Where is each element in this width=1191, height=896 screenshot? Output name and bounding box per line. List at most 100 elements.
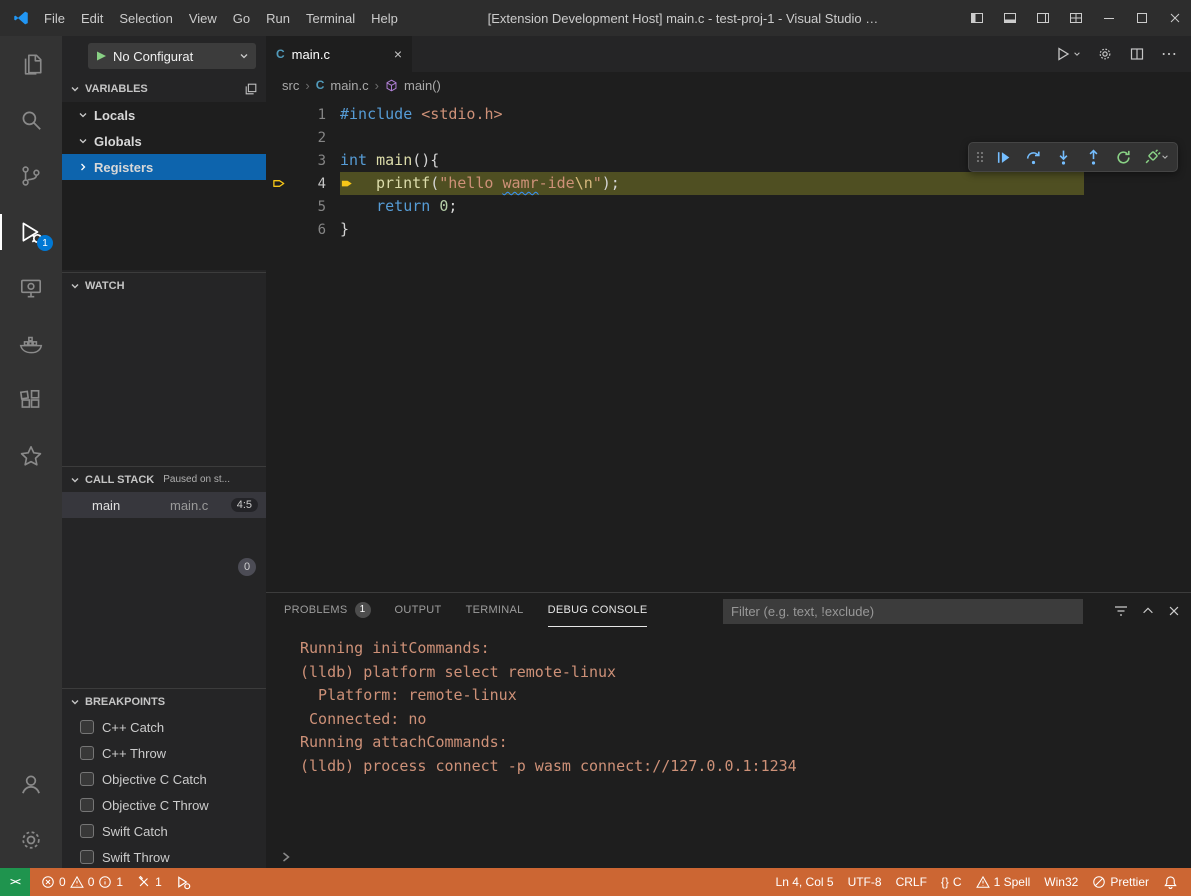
checkbox[interactable] [80, 798, 94, 812]
run-file-icon[interactable] [1055, 46, 1081, 62]
more-actions-icon[interactable]: ⋯ [1161, 44, 1177, 64]
line-content[interactable]: printf("hello wamr-ide\n"); [340, 172, 1084, 195]
debug-status[interactable] [169, 875, 198, 890]
language-mode[interactable]: {} C [934, 875, 969, 889]
breakpoint-swift-catch[interactable]: Swift Catch [62, 818, 266, 844]
variables-scope-globals[interactable]: Globals [62, 128, 266, 154]
console-filter-input[interactable] [723, 599, 1083, 624]
line-number[interactable]: 6 [292, 222, 326, 238]
console-prompt-icon[interactable] [280, 851, 292, 863]
settings-gear-icon[interactable] [0, 812, 62, 868]
menu-edit[interactable]: Edit [73, 7, 111, 30]
checkbox[interactable] [80, 720, 94, 734]
code-line-1[interactable]: 1 #include <stdio.h> [266, 103, 1191, 126]
panel-tab-problems[interactable]: PROBLEMS1 [284, 593, 371, 627]
line-number[interactable]: 3 [292, 153, 326, 169]
code-editor[interactable]: 1#include <stdio.h>23int main(){4printf(… [266, 98, 1191, 592]
docker-icon[interactable] [0, 316, 62, 372]
breakpoints-section-header[interactable]: BREAKPOINTS [62, 688, 266, 714]
run-and-debug-icon[interactable]: 1 [0, 204, 62, 260]
watch-section-header[interactable]: WATCH [62, 272, 266, 298]
cursor-position[interactable]: Ln 4, Col 5 [769, 875, 841, 889]
toggle-panel-icon[interactable] [993, 0, 1026, 36]
customize-layout-icon[interactable] [1059, 0, 1092, 36]
line-number[interactable]: 1 [292, 107, 326, 123]
eol-indicator[interactable]: CRLF [889, 875, 934, 889]
menu-selection[interactable]: Selection [111, 7, 180, 30]
disconnect-icon[interactable] [1139, 145, 1173, 169]
breadcrumb-folder[interactable]: src [282, 78, 299, 93]
close-panel-icon[interactable] [1167, 604, 1181, 618]
checkbox[interactable] [80, 772, 94, 786]
remote-explorer-icon[interactable] [0, 260, 62, 316]
formatter-status[interactable]: Prettier [1085, 875, 1156, 889]
panel-tab-output[interactable]: OUTPUT [395, 593, 442, 627]
breadcrumb-file[interactable]: main.c [330, 78, 368, 93]
split-editor-icon[interactable] [1129, 46, 1145, 62]
panel-tab-terminal[interactable]: TERMINAL [466, 593, 524, 627]
toggle-sidebar-icon[interactable] [960, 0, 993, 36]
restart-icon[interactable] [1109, 145, 1137, 169]
variables-scope-registers[interactable]: Registers [62, 154, 266, 180]
filter-icon[interactable] [1113, 603, 1129, 619]
menu-run[interactable]: Run [258, 7, 298, 30]
extensions-icon[interactable] [0, 372, 62, 428]
debug-config-dropdown[interactable]: No Configurat [88, 43, 256, 69]
gear-icon[interactable] [1097, 46, 1113, 62]
maximize-panel-icon[interactable] [1141, 604, 1155, 618]
step-over-icon[interactable] [1019, 145, 1047, 169]
continue-icon[interactable] [989, 145, 1017, 169]
code-line-4[interactable]: 4 printf("hello wamr-ide\n"); [266, 172, 1191, 195]
menu-view[interactable]: View [181, 7, 225, 30]
code-line-6[interactable]: 6} [266, 218, 1191, 241]
current-frame-arrow-icon[interactable] [266, 176, 292, 191]
accounts-icon[interactable] [0, 756, 62, 812]
menu-help[interactable]: Help [363, 7, 406, 30]
breakpoint-objective-c-catch[interactable]: Objective C Catch [62, 766, 266, 792]
menu-go[interactable]: Go [225, 7, 258, 30]
star-icon[interactable] [0, 428, 62, 484]
tools-status[interactable]: 1 [130, 875, 169, 889]
code-line-5[interactable]: 5 return 0; [266, 195, 1191, 218]
platform-indicator[interactable]: Win32 [1037, 875, 1085, 889]
line-content[interactable]: } [340, 218, 1084, 241]
panel-tab-debug-console[interactable]: DEBUG CONSOLE [548, 593, 648, 627]
call-stack-frame[interactable]: main main.c 4:5 [62, 492, 266, 518]
breakpoint-objective-c-throw[interactable]: Objective C Throw [62, 792, 266, 818]
maximize-button[interactable] [1125, 0, 1158, 36]
tab-main-c[interactable]: C main.c × [266, 36, 412, 72]
call-stack-section-header[interactable]: CALL STACK Paused on st... [62, 466, 266, 492]
line-number[interactable]: 4 [292, 176, 326, 192]
step-out-icon[interactable] [1079, 145, 1107, 169]
toggle-secondary-sidebar-icon[interactable] [1026, 0, 1059, 36]
search-icon[interactable] [0, 92, 62, 148]
checkbox[interactable] [80, 850, 94, 864]
source-control-icon[interactable] [0, 148, 62, 204]
console-lines[interactable]: Running initCommands:(lldb) platform sel… [266, 629, 1191, 778]
close-tab-icon[interactable]: × [394, 46, 402, 62]
encoding-indicator[interactable]: UTF-8 [841, 875, 889, 889]
menu-terminal[interactable]: Terminal [298, 7, 363, 30]
step-into-icon[interactable] [1049, 145, 1077, 169]
notifications-bell-icon[interactable] [1156, 875, 1185, 890]
toolbar-drag-handle[interactable] [973, 145, 987, 169]
breakpoint-c-throw[interactable]: C++ Throw [62, 740, 266, 766]
breadcrumb-symbol[interactable]: main() [404, 78, 441, 93]
checkbox[interactable] [80, 746, 94, 760]
line-content[interactable]: return 0; [340, 195, 1084, 218]
breakpoint-swift-throw[interactable]: Swift Throw [62, 844, 266, 868]
line-number[interactable]: 5 [292, 199, 326, 215]
variables-scope-locals[interactable]: Locals [62, 102, 266, 128]
menu-file[interactable]: File [36, 7, 73, 30]
start-debug-icon[interactable] [95, 50, 107, 62]
line-content[interactable]: #include <stdio.h> [340, 103, 1084, 126]
spell-status[interactable]: 1 Spell [969, 875, 1038, 889]
remote-indicator[interactable]: >< [0, 868, 30, 896]
variables-section-header[interactable]: VARIABLES [62, 76, 266, 102]
explorer-icon[interactable] [0, 36, 62, 92]
close-button[interactable] [1158, 0, 1191, 36]
collapse-all-icon[interactable] [244, 82, 258, 96]
breakpoint-c-catch[interactable]: C++ Catch [62, 714, 266, 740]
problems-status[interactable]: 0 0 1 [34, 875, 130, 889]
minimize-button[interactable] [1092, 0, 1125, 36]
